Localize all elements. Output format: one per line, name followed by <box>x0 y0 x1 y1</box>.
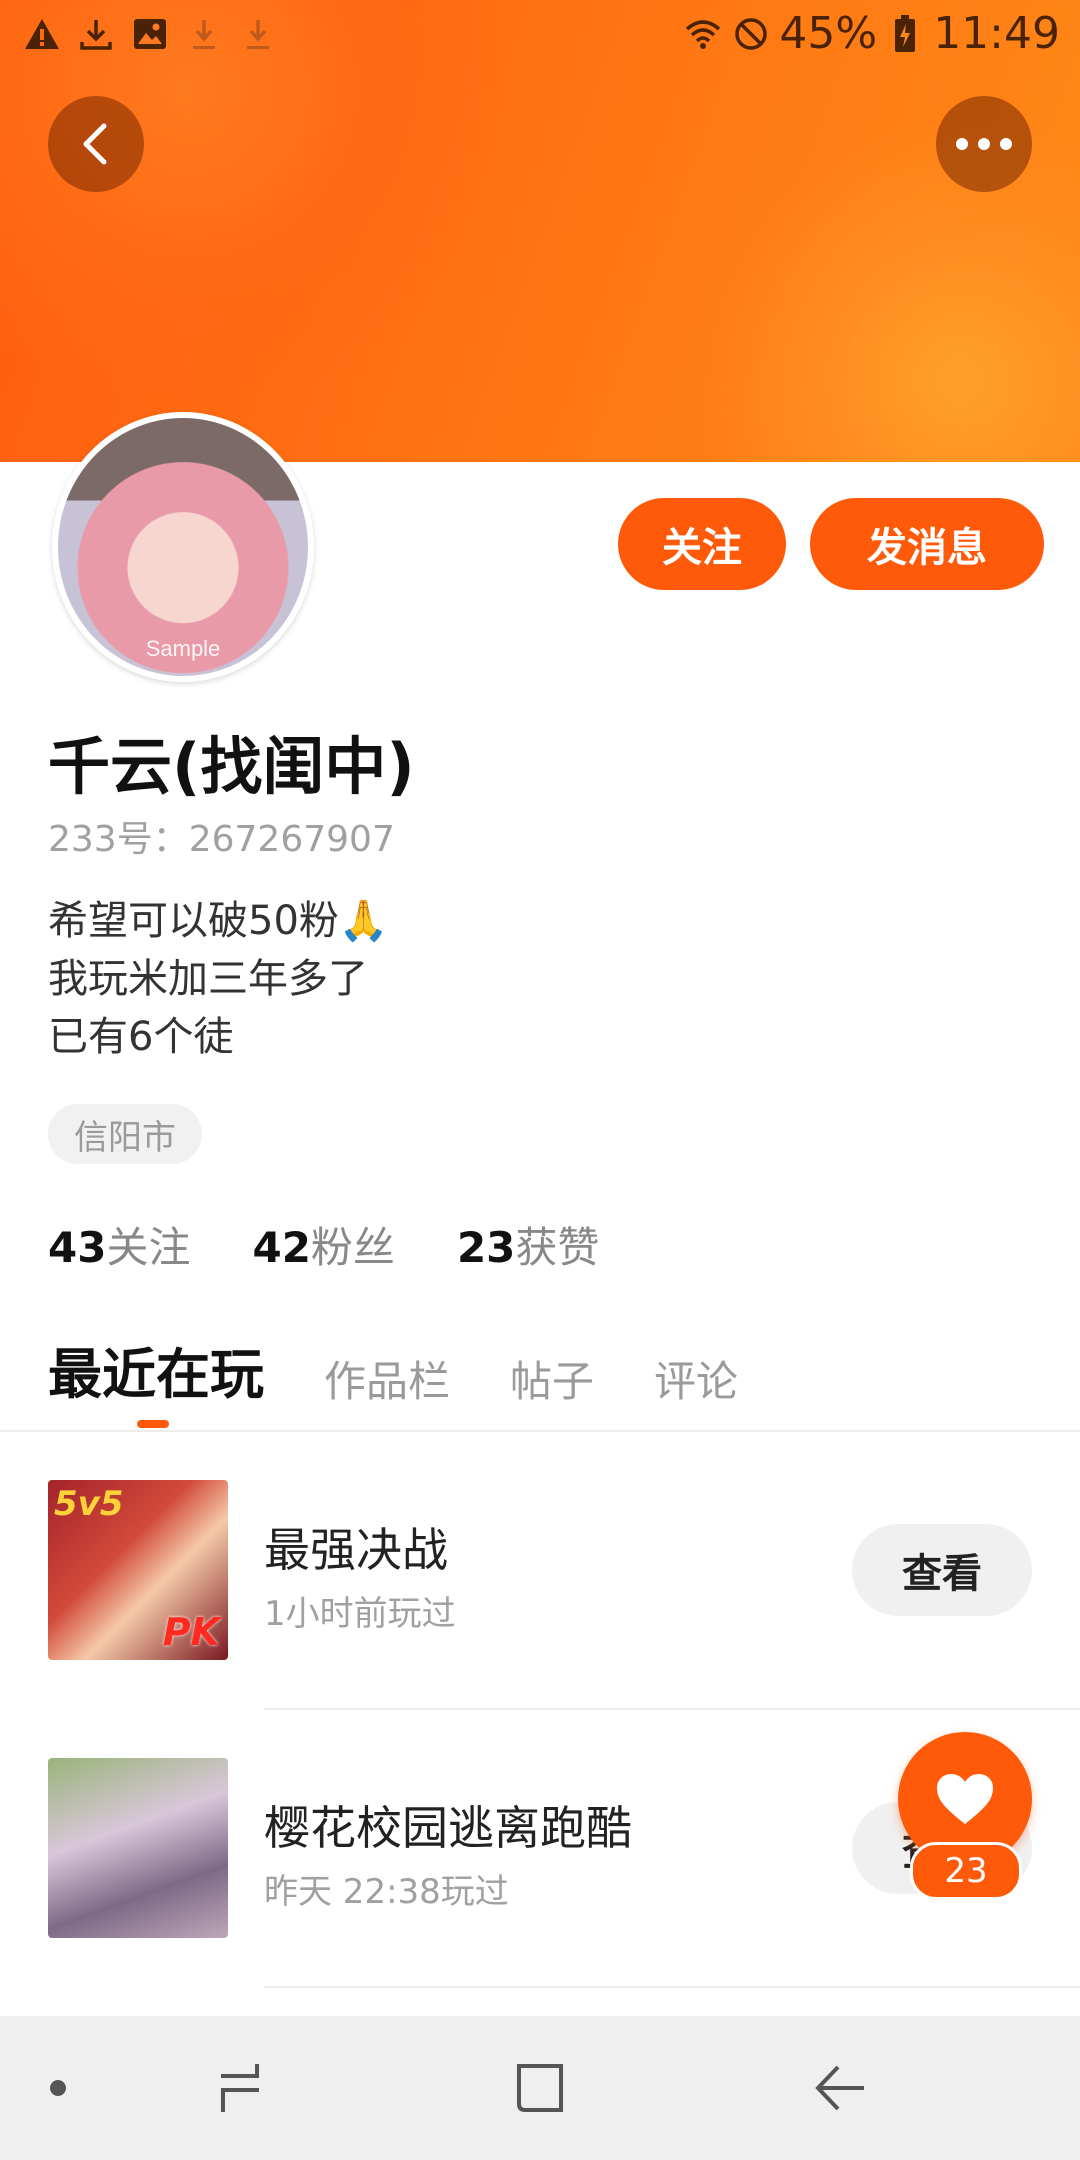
thumbnail-label: 5v5 <box>54 1484 124 1524</box>
wifi-icon <box>683 14 723 54</box>
warning-icon <box>22 14 62 54</box>
tab-comments[interactable]: 评论 <box>654 1348 738 1409</box>
battery-charging-icon <box>885 14 925 54</box>
battery-percent: 45% <box>779 8 878 59</box>
view-button[interactable]: 查看 <box>852 1524 1032 1616</box>
stat-number: 23 <box>456 1223 516 1272</box>
bio-line: 已有6个徒 <box>48 1014 234 1060</box>
recent-apps-button[interactable] <box>200 2016 280 2160</box>
back-arrow-icon <box>815 2065 864 2111</box>
like-count-badge: 23 <box>910 1842 1022 1900</box>
heart-icon <box>937 1774 993 1824</box>
tab-recently-played[interactable]: 最近在玩 <box>48 1330 264 1409</box>
follow-button[interactable]: 关注 <box>618 498 786 590</box>
thumbnail-label: PK <box>162 1610 220 1654</box>
last-played: 昨天 22:38玩过 <box>264 1872 509 1912</box>
home-icon <box>517 2064 563 2112</box>
divider <box>264 1708 1080 1710</box>
stat-followers[interactable]: 42粉丝 <box>252 1214 394 1275</box>
chevron-left-icon <box>83 123 107 165</box>
user-id: 233号：267267907 <box>48 819 395 860</box>
do-not-disturb-icon <box>731 14 771 54</box>
tab-works[interactable]: 作品栏 <box>324 1348 450 1409</box>
divider <box>264 1986 1080 1988</box>
game-title: 最强决战 <box>264 1523 448 1577</box>
tab-indicator <box>137 1420 169 1428</box>
back-button[interactable] <box>48 96 144 192</box>
stat-label: 关注 <box>106 1223 191 1272</box>
location-tag: 信阳市 <box>48 1104 202 1164</box>
stat-following[interactable]: 43关注 <box>48 1214 190 1275</box>
image-icon <box>130 14 170 54</box>
game-title: 樱花校园逃离跑酷 <box>264 1801 632 1855</box>
download-icon <box>184 14 224 54</box>
nav-dot[interactable] <box>30 2016 86 2160</box>
stat-label: 获赞 <box>515 1223 600 1272</box>
avatar[interactable]: Sample <box>52 412 314 682</box>
stats-row: 43关注 42粉丝 23获赞 <box>48 1214 599 1275</box>
recent-apps-icon <box>221 2064 259 2112</box>
status-bar: 45% 11:49 <box>0 0 1080 70</box>
download-icon <box>238 14 278 54</box>
profile-name: 千云(找闺中) <box>48 730 415 803</box>
bio: 希望可以破50粉🙏 我玩米加三年多了 已有6个徒 <box>48 892 389 1066</box>
stat-number: 42 <box>252 1223 311 1272</box>
tab-divider <box>0 1430 1080 1432</box>
download-icon <box>76 14 116 54</box>
system-nav-bar <box>0 2016 1080 2160</box>
game-thumbnail <box>48 1758 228 1938</box>
bio-line: 我玩米加三年多了 <box>48 956 368 1002</box>
stat-likes[interactable]: 23获赞 <box>457 1214 599 1275</box>
home-button[interactable] <box>500 2016 580 2160</box>
tab-posts[interactable]: 帖子 <box>510 1348 594 1409</box>
clock: 11:49 <box>933 8 1060 59</box>
more-button[interactable] <box>936 96 1032 192</box>
bio-line: 希望可以破50粉🙏 <box>48 898 389 944</box>
profile-tabs: 最近在玩 作品栏 帖子 评论 <box>48 1330 738 1409</box>
game-thumbnail: 5v5 PK <box>48 1480 228 1660</box>
stat-label: 粉丝 <box>310 1223 395 1272</box>
back-nav-button[interactable] <box>800 2016 880 2160</box>
send-message-button[interactable]: 发消息 <box>810 498 1044 590</box>
avatar-watermark: Sample <box>145 636 221 661</box>
last-played: 1小时前玩过 <box>264 1594 456 1634</box>
more-icon <box>956 138 1012 150</box>
stat-number: 43 <box>48 1223 107 1272</box>
list-item[interactable]: 5v5 PK 最强决战 1小时前玩过 查看 <box>0 1480 1080 1720</box>
